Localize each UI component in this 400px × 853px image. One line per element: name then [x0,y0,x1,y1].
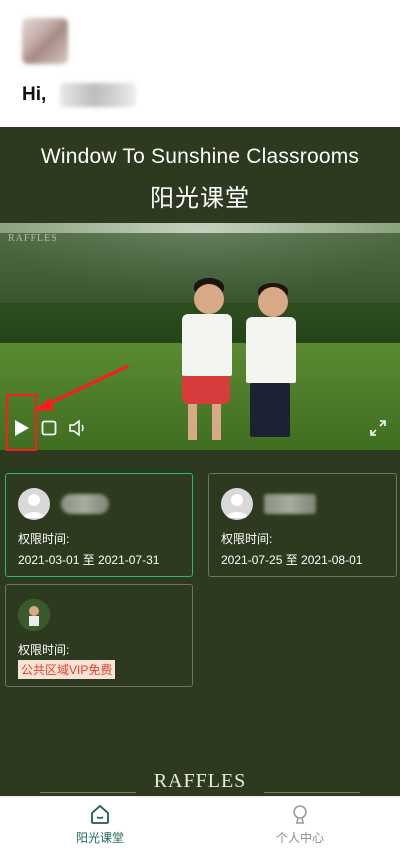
highlight-box [6,394,37,451]
page-title-cn: 阳光课堂 [150,185,250,212]
tab-label: 个人中心 [275,831,324,845]
video-player[interactable]: RAFFLES [0,223,400,450]
card-permission-value: 2021-07-25 至 2021-08-01 [221,553,363,567]
card-permission-value: 2021-03-01 至 2021-07-31 [18,553,160,567]
tab-sunshine-classroom[interactable]: 阳光课堂 [0,797,200,853]
greeting-text: Hi, [22,84,47,105]
stop-icon[interactable] [40,419,58,437]
volume-icon[interactable] [68,419,88,437]
card-name-blurred [264,494,316,514]
avatar [221,488,253,520]
home-icon [89,803,111,825]
user-header: Hi, [0,0,400,127]
card-permission-label: 权限时间: [18,532,70,546]
user-avatar[interactable] [22,18,68,64]
card-permission-label: 权限时间: [18,643,70,657]
tab-personal-center[interactable]: 个人中心 [200,797,400,853]
fullscreen-icon[interactable] [368,419,388,437]
class-card-1[interactable]: 权限时间: 2021-03-01 至 2021-07-31 [5,473,193,577]
vip-free-badge: 公共区域VIP免费 [18,660,116,679]
card-name-blurred [61,494,109,514]
tab-label: 阳光课堂 [75,831,124,845]
page-title-en: Window To Sunshine Classrooms [40,145,360,168]
raffles-logo: RAFFLES [153,770,247,792]
video-watermark: RAFFLES [8,233,58,244]
bottom-tab-bar: 阳光课堂 个人中心 [0,796,400,853]
avatar [18,599,50,631]
child-figure-left [176,278,236,448]
class-card-3[interactable]: 权限时间: 公共区域VIP免费 [5,584,193,687]
child-figure-right [240,283,300,450]
user-name-blurred [60,83,136,107]
class-card-2[interactable]: 权限时间: 2021-07-25 至 2021-08-01 [208,473,397,577]
card-permission-label: 权限时间: [221,532,273,546]
avatar [18,488,50,520]
profile-icon [289,803,311,825]
